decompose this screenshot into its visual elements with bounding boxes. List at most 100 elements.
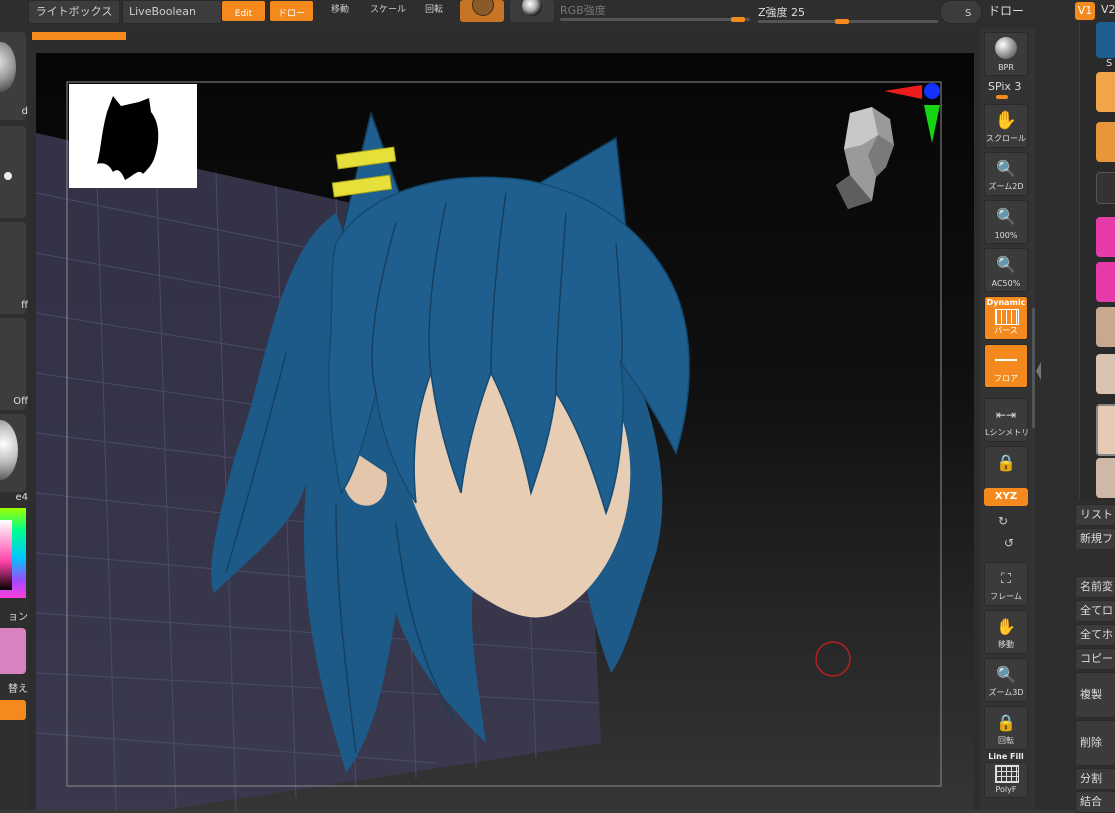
- edit-button[interactable]: Edit: [221, 0, 266, 22]
- v2-tab[interactable]: V2: [1101, 3, 1115, 16]
- dynamic-label: Dynamic: [986, 298, 1026, 307]
- subtool-list[interactable]: S: [1079, 22, 1115, 500]
- subtool-thumb-8[interactable]: [1096, 354, 1115, 394]
- polyframe-grid-icon: [995, 765, 1019, 783]
- subtool-thumb-selected[interactable]: [1096, 404, 1115, 456]
- rotate-view-button[interactable]: 🔒 回転: [984, 706, 1028, 750]
- material-sphere-icon: [0, 420, 18, 480]
- rgb-intensity-label: RGB強度: [560, 4, 606, 17]
- zoom2d-label: ズーム2D: [988, 182, 1024, 191]
- subtool-thumb-10[interactable]: [1096, 458, 1115, 498]
- bpr-button[interactable]: BPR: [984, 32, 1028, 76]
- silhouette-thumbnail: [69, 84, 197, 188]
- rotate-y-icon[interactable]: ↻: [998, 514, 1008, 528]
- top-toolbar: ライトボックス LiveBoolean Edit ドロー 移動 スケール 回転 …: [0, 0, 1115, 29]
- s-label: S: [965, 8, 972, 19]
- perspective-label: パース: [994, 326, 1018, 335]
- color-picker[interactable]: [0, 508, 26, 598]
- subtool-thumb-4[interactable]: [1096, 172, 1115, 204]
- rotate-button[interactable]: 回転: [414, 0, 454, 22]
- subtool-thumb-5[interactable]: [1096, 217, 1115, 257]
- bpr-label: BPR: [998, 63, 1014, 72]
- floor-button[interactable]: フロア: [984, 344, 1028, 388]
- subtool-thumb-7[interactable]: [1096, 307, 1115, 347]
- all-high-button[interactable]: 全てホ: [1075, 624, 1115, 646]
- draw-menu-label[interactable]: ドロー: [988, 2, 1034, 22]
- duplicate-button[interactable]: 複製: [1075, 672, 1115, 718]
- ac50-label: AC50%: [991, 279, 1021, 288]
- magnifier-icon: 🔍: [996, 207, 1016, 226]
- z-intensity-label: Z強度 25: [758, 6, 806, 19]
- zoom3d-label: ズーム3D: [988, 688, 1024, 697]
- v1-tab[interactable]: V1: [1075, 2, 1095, 20]
- xyz-button[interactable]: XYZ: [984, 488, 1028, 506]
- delete-button[interactable]: 削除: [1075, 720, 1115, 766]
- panel-collapse-arrow-icon[interactable]: [1035, 360, 1043, 382]
- material-slot[interactable]: [0, 414, 26, 492]
- stroke-slot[interactable]: [0, 126, 26, 218]
- axis-gizmo-icon[interactable]: [882, 81, 944, 145]
- subtool-thumb-6[interactable]: [1096, 262, 1115, 302]
- lsym-label: Lシンメトリ: [985, 428, 1030, 437]
- frame-label: フレーム: [990, 592, 1022, 601]
- hand-icon: ✋: [996, 617, 1016, 636]
- left-label-3: Off: [13, 396, 28, 407]
- lightbox-button[interactable]: ライトボックス: [28, 0, 120, 24]
- dot-icon: [4, 172, 12, 180]
- split-button[interactable]: 分割: [1075, 768, 1115, 790]
- symmetry-s-button[interactable]: S: [940, 0, 982, 24]
- z-intensity-knob[interactable]: [835, 19, 849, 24]
- left-label-2: ff: [21, 300, 28, 311]
- lsym-button[interactable]: ⇤⇥ Lシンメトリ: [984, 398, 1030, 442]
- rgb-intensity-knob[interactable]: [731, 17, 745, 22]
- left-label-4: e4: [15, 492, 28, 503]
- list-button[interactable]: リスト: [1075, 504, 1115, 526]
- all-low-button[interactable]: 全てロ: [1075, 600, 1115, 622]
- color-field[interactable]: [0, 520, 12, 590]
- main-color-swatch[interactable]: [0, 628, 26, 674]
- magnifier-icon: 🔍: [996, 159, 1016, 178]
- polyf-button[interactable]: PolyF: [984, 762, 1028, 798]
- texture-button[interactable]: [510, 0, 554, 22]
- new-folder-button[interactable]: 新規フ: [1075, 528, 1115, 550]
- perspective-button[interactable]: Dynamic パース: [984, 296, 1028, 340]
- spix-slider[interactable]: [996, 95, 1008, 99]
- subtool-thumb-hair[interactable]: [1096, 22, 1115, 58]
- zoom100-button[interactable]: 🔍 100%: [984, 200, 1028, 244]
- subtool-thumb-3[interactable]: [1096, 122, 1115, 162]
- left-label-6[interactable]: 替え: [0, 680, 28, 695]
- right-toolbar: BPR SPix 3 ✋ スクロール 🔍 ズーム2D 🔍 100% 🔍 AC50…: [980, 28, 1035, 810]
- scroll-button[interactable]: ✋ スクロール: [984, 104, 1028, 148]
- scale-button[interactable]: スケール: [366, 0, 410, 22]
- magnifier-icon: 🔍: [996, 665, 1016, 684]
- frame-button[interactable]: ⛶ フレーム: [984, 562, 1028, 606]
- lock-icon: 🔒: [996, 453, 1016, 472]
- orange-toggle[interactable]: [0, 700, 26, 720]
- rotate-view-label: 回転: [998, 736, 1014, 745]
- rename-button[interactable]: 名前変: [1075, 576, 1115, 598]
- subtool-thumb-2[interactable]: [1096, 72, 1115, 112]
- zoom3d-button[interactable]: 🔍 ズーム3D: [984, 658, 1028, 702]
- rotate-z-icon[interactable]: ↺: [1004, 536, 1014, 550]
- material-button[interactable]: [460, 0, 504, 22]
- ac50-button[interactable]: 🔍 AC50%: [984, 248, 1028, 292]
- zoom2d-button[interactable]: 🔍 ズーム2D: [984, 152, 1028, 196]
- move-view-label: 移動: [998, 640, 1014, 649]
- rotate-lock-icon: 🔒: [996, 713, 1016, 732]
- lock-button[interactable]: 🔒: [984, 446, 1028, 490]
- 3d-viewport[interactable]: [36, 53, 974, 810]
- copy-button[interactable]: コピー: [1075, 648, 1115, 670]
- texture-sphere-icon: [522, 0, 542, 16]
- draw-button[interactable]: ドロー: [269, 0, 314, 22]
- symmetry-arrows-icon: ⇤⇥: [995, 408, 1017, 422]
- move-view-button[interactable]: ✋ 移動: [984, 610, 1028, 654]
- canvas-progress-bar: [32, 32, 126, 40]
- floor-label: フロア: [994, 374, 1018, 383]
- rgb-intensity-slider[interactable]: [560, 18, 750, 21]
- move-button[interactable]: 移動: [320, 0, 360, 22]
- hand-icon: ✋: [994, 110, 1018, 131]
- subtool-thumb-label: S: [1106, 58, 1113, 69]
- liveboolean-button[interactable]: LiveBoolean: [122, 0, 222, 24]
- left-panel: d ff Off e4 ョン 替え: [0, 28, 28, 810]
- scroll-label: スクロール: [986, 134, 1026, 143]
